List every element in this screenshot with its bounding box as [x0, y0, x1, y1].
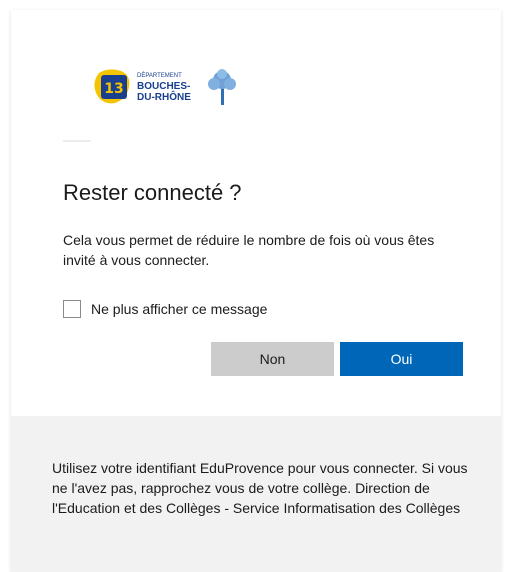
footer-section: Utilisez votre identifiant EduProvence p…: [11, 416, 501, 572]
dialog-title: Rester connecté ?: [63, 180, 242, 205]
dialog-description: Cela vous permet de réduire le nombre de…: [63, 232, 435, 268]
stay-signed-in-card: 13 DÉPARTEMENT BOUCHES- DU-RHÔNE Rester …: [11, 10, 501, 572]
no-button[interactable]: Non: [211, 342, 334, 376]
yes-button[interactable]: Oui: [340, 342, 463, 376]
dont-show-again-row[interactable]: Ne plus afficher ce message: [63, 298, 267, 320]
organization-logo: 13 DÉPARTEMENT BOUCHES- DU-RHÔNE: [89, 65, 249, 109]
logo-line-departement: DÉPARTEMENT: [137, 72, 182, 79]
placeholder-divider: [63, 140, 91, 142]
logo-line-bouches: BOUCHES-: [137, 81, 190, 92]
footer-help-text: Utilisez votre identifiant EduProvence p…: [52, 460, 468, 516]
sign-in-page: 13 DÉPARTEMENT BOUCHES- DU-RHÔNE Rester …: [0, 0, 512, 572]
logo-badge-number: 13: [104, 81, 123, 97]
card-main-section: 13 DÉPARTEMENT BOUCHES- DU-RHÔNE Rester …: [11, 10, 501, 416]
dont-show-again-checkbox[interactable]: [63, 300, 81, 318]
dont-show-again-label[interactable]: Ne plus afficher ce message: [91, 301, 267, 317]
tree-icon: [208, 69, 236, 105]
logo-line-du-rhone: DU-RHÔNE: [137, 90, 191, 103]
